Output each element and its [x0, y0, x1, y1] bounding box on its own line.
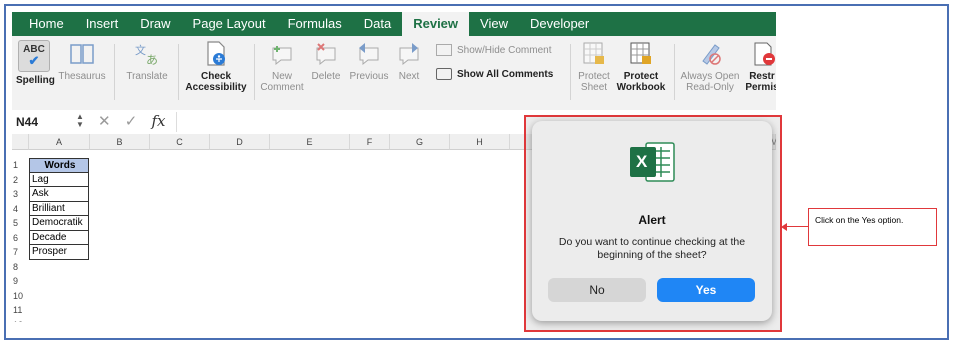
show-hide-comment-button[interactable]: Show/Hide Comment [436, 44, 551, 56]
row-header[interactable]: 11 [12, 303, 28, 318]
row-header[interactable]: 1 [12, 158, 28, 173]
column-header-a[interactable]: A [29, 134, 90, 150]
show-all-comments-icon [436, 68, 452, 80]
cell-word[interactable]: Democratik [29, 216, 89, 231]
show-all-comments-button[interactable]: Show All Comments [436, 68, 553, 80]
protect-sheet-icon [580, 40, 608, 68]
column-header-e[interactable]: E [270, 134, 350, 150]
alert-message: Do you want to continue checking at the … [558, 236, 746, 261]
cell-word[interactable]: Ask [29, 187, 89, 202]
fx-icon[interactable]: fx [152, 112, 166, 130]
alert-title: Alert [638, 213, 666, 227]
tab-view[interactable]: View [469, 12, 519, 36]
instruction-callout: Click on the Yes option. [808, 208, 937, 246]
column-header-f[interactable]: F [350, 134, 390, 150]
previous-comment-icon [355, 40, 383, 68]
name-box-stepper-icon[interactable]: ▲ ▼ [76, 113, 84, 129]
new-comment-button[interactable]: New Comment [260, 40, 304, 93]
yes-button[interactable]: Yes [657, 278, 755, 302]
check-accessibility-button[interactable]: Check Accessibility [184, 40, 248, 93]
protect-workbook-icon [627, 40, 655, 68]
tab-developer[interactable]: Developer [519, 12, 600, 36]
svg-text:あ: あ [146, 53, 158, 66]
row-header[interactable]: 7 [12, 245, 28, 260]
show-hide-comment-icon [436, 44, 452, 56]
column-header-g[interactable]: G [390, 134, 450, 150]
menu-bar: Home Insert Draw Page Layout Formulas Da… [12, 12, 776, 36]
excel-app-icon: X [628, 139, 676, 185]
row-header[interactable]: 5 [12, 216, 28, 231]
tab-page-layout[interactable]: Page Layout [182, 12, 277, 36]
restrict-permission-button[interactable]: Restr Permis [744, 40, 776, 93]
enter-icon[interactable]: ✓ [125, 113, 138, 130]
row-header[interactable]: 2 [12, 173, 28, 188]
row-header[interactable]: 6 [12, 231, 28, 246]
row-header[interactable]: 4 [12, 202, 28, 217]
tab-data[interactable]: Data [353, 12, 402, 36]
column-header-h[interactable]: H [450, 134, 510, 150]
translate-button[interactable]: 文あ Translate [122, 40, 172, 82]
svg-text:文: 文 [135, 43, 146, 57]
thesaurus-button[interactable]: Thesaurus [58, 40, 106, 82]
tab-home[interactable]: Home [18, 12, 75, 36]
tab-insert[interactable]: Insert [75, 12, 130, 36]
row-header[interactable]: 12 [12, 318, 28, 323]
previous-comment-button[interactable]: Previous [348, 40, 390, 82]
cell-a1-header[interactable]: Words [29, 158, 89, 173]
protect-sheet-button[interactable]: Protect Sheet [574, 40, 614, 93]
no-button[interactable]: No [548, 278, 646, 302]
always-open-read-only-button[interactable]: Always Open Read-Only [678, 40, 742, 93]
column-header-d[interactable]: D [210, 134, 270, 150]
next-comment-icon [395, 40, 423, 68]
translate-icon: 文あ [133, 40, 161, 68]
protect-workbook-button[interactable]: Protect Workbook [616, 40, 666, 93]
cell-word[interactable]: Lag [29, 172, 89, 187]
row-header[interactable]: 10 [12, 289, 28, 304]
accessibility-icon [202, 40, 230, 68]
formula-input[interactable] [176, 112, 177, 132]
callout-arrow-icon [781, 223, 787, 231]
pencil-no-icon [696, 40, 724, 68]
cell-word[interactable]: Prosper [29, 245, 89, 260]
cell-word[interactable]: Decade [29, 230, 89, 245]
delete-comment-icon [312, 40, 340, 68]
spelling-button[interactable]: ABC ✔ Spelling [16, 40, 55, 86]
select-all-corner[interactable] [12, 134, 29, 150]
column-header-c[interactable]: C [150, 134, 210, 150]
tab-formulas[interactable]: Formulas [277, 12, 353, 36]
alert-dialog: X Alert Do you want to continue checking… [532, 121, 772, 321]
new-comment-icon [268, 40, 296, 68]
book-icon [68, 40, 96, 68]
tab-draw[interactable]: Draw [129, 12, 181, 36]
column-header-b[interactable]: B [90, 134, 150, 150]
next-comment-button[interactable]: Next [394, 40, 424, 82]
row-header[interactable]: 3 [12, 187, 28, 202]
cell-word[interactable]: Brilliant [29, 201, 89, 216]
cancel-icon[interactable]: ✕ [98, 113, 111, 130]
tab-review[interactable]: Review [402, 12, 470, 36]
row-header[interactable]: 8 [12, 260, 28, 275]
callout-arrow-line [786, 226, 808, 227]
restrict-permission-icon [748, 40, 776, 68]
row-header[interactable]: 9 [12, 274, 28, 289]
delete-comment-button[interactable]: Delete [308, 40, 344, 82]
ribbon: ABC ✔ Spelling Thesaurus 文あ Translate Ch… [12, 36, 776, 111]
spelling-icon: ABC ✔ [18, 40, 50, 72]
